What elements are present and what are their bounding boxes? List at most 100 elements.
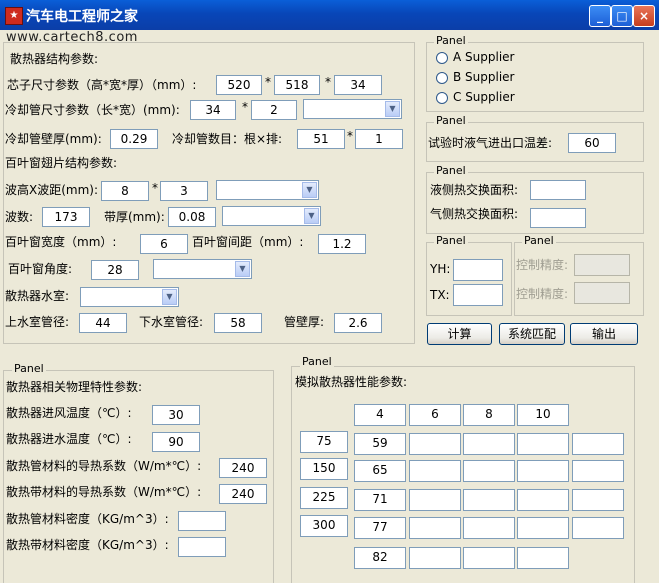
- dropdown-arrow-icon[interactable]: ▼: [162, 289, 177, 305]
- data-cell[interactable]: 77: [354, 517, 406, 539]
- dropdown-arrow-icon[interactable]: ▼: [235, 261, 250, 277]
- tube-density-field[interactable]: [178, 511, 226, 531]
- supplier-a-radio[interactable]: [436, 52, 448, 64]
- core-thickness-field[interactable]: 34: [334, 75, 382, 95]
- multiply-sign: *: [152, 181, 158, 195]
- column-header-cell[interactable]: 10: [517, 404, 569, 426]
- strip-thickness-label: 带厚(mm):: [104, 210, 165, 224]
- data-cell[interactable]: [517, 433, 569, 455]
- data-cell[interactable]: [409, 433, 461, 455]
- multiply-sign: *: [347, 129, 353, 143]
- tube-count-label: 冷却管数目：根×排:: [172, 132, 283, 146]
- row-header-cell[interactable]: 150: [300, 458, 348, 480]
- data-cell[interactable]: [409, 489, 461, 511]
- water-temp-field[interactable]: 90: [152, 432, 200, 452]
- close-button[interactable]: ×: [633, 5, 655, 27]
- data-cell[interactable]: [517, 547, 569, 569]
- row-header-cell[interactable]: 75: [300, 431, 348, 453]
- data-cell[interactable]: [409, 517, 461, 539]
- supplier-c-label[interactable]: C Supplier: [453, 87, 515, 107]
- louver-angle-field[interactable]: 28: [91, 260, 139, 280]
- data-cell[interactable]: 59: [354, 433, 406, 455]
- lower-tank-field[interactable]: 58: [214, 313, 262, 333]
- column-header-cell[interactable]: 4: [354, 404, 406, 426]
- dropdown-arrow-icon[interactable]: ▼: [304, 208, 319, 224]
- column-header-cell[interactable]: 6: [409, 404, 461, 426]
- strip-conductivity-field[interactable]: 240: [219, 484, 267, 504]
- temp-diff-field[interactable]: 60: [568, 133, 616, 153]
- data-cell[interactable]: [572, 460, 624, 482]
- data-cell[interactable]: [463, 460, 515, 482]
- liquid-area-label: 液侧热交换面积:: [430, 183, 519, 197]
- data-cell[interactable]: [572, 517, 624, 539]
- louver-width-field[interactable]: 6: [140, 234, 188, 254]
- gas-area-field[interactable]: [530, 208, 586, 228]
- supplier-c-radio[interactable]: [436, 92, 448, 104]
- strip-thickness-field[interactable]: 0.08: [168, 207, 216, 227]
- row-header-cell[interactable]: 300: [300, 515, 348, 537]
- structure-title: 散热器结构参数:: [10, 52, 99, 66]
- water-temp-label: 散热器进水温度（℃）:: [6, 432, 132, 446]
- data-cell[interactable]: [517, 517, 569, 539]
- tube-conductivity-field[interactable]: 240: [219, 458, 267, 478]
- liquid-area-field[interactable]: [530, 180, 586, 200]
- data-cell[interactable]: 65: [354, 460, 406, 482]
- pipe-wall-field[interactable]: 2.6: [334, 313, 382, 333]
- tx-field[interactable]: [453, 284, 503, 306]
- column-header-cell[interactable]: 8: [463, 404, 515, 426]
- core-height-field[interactable]: 520: [216, 75, 262, 95]
- yh-tx-panel-title: Panel: [434, 234, 468, 247]
- maximize-button[interactable]: □: [611, 5, 633, 27]
- strip-type-dropdown[interactable]: ▼: [222, 206, 321, 226]
- upper-tank-label: 上水室管径:: [5, 315, 70, 329]
- pipe-wall-label: 管壁厚:: [284, 315, 325, 329]
- dropdown-arrow-icon[interactable]: ▼: [385, 101, 400, 117]
- wave-label: 波高X波距(mm):: [5, 183, 99, 197]
- louver-gap-label: 百叶窗间距（mm）:: [192, 235, 304, 249]
- data-cell[interactable]: [517, 489, 569, 511]
- air-temp-field[interactable]: 30: [152, 405, 200, 425]
- wave-height-field[interactable]: 8: [101, 181, 149, 201]
- data-cell[interactable]: [572, 433, 624, 455]
- data-cell[interactable]: [463, 547, 515, 569]
- minimize-button[interactable]: _: [589, 5, 611, 27]
- precision-field-2: [574, 282, 630, 304]
- strip-density-field[interactable]: [178, 537, 226, 557]
- data-cell[interactable]: [463, 489, 515, 511]
- data-cell[interactable]: [517, 460, 569, 482]
- tube-type-dropdown[interactable]: ▼: [303, 99, 402, 119]
- tube-rows-field[interactable]: 1: [355, 129, 403, 149]
- data-cell[interactable]: 82: [354, 547, 406, 569]
- data-cell[interactable]: 71: [354, 489, 406, 511]
- data-cell[interactable]: [572, 489, 624, 511]
- system-match-button[interactable]: 系统匹配: [499, 323, 565, 345]
- data-cell[interactable]: [463, 433, 515, 455]
- wave-count-field[interactable]: 173: [42, 207, 90, 227]
- louver-angle-dropdown[interactable]: ▼: [153, 259, 252, 279]
- calculate-button[interactable]: 计算: [427, 323, 492, 345]
- wall-thickness-field[interactable]: 0.29: [110, 129, 158, 149]
- tube-size-label: 冷却管尺寸参数（长*宽）(mm):: [5, 103, 180, 117]
- upper-tank-field[interactable]: 44: [79, 313, 127, 333]
- louver-structure-title: 百叶窗翅片结构参数:: [5, 156, 118, 170]
- supplier-b-label[interactable]: B Supplier: [453, 67, 515, 87]
- dropdown-arrow-icon[interactable]: ▼: [302, 182, 317, 198]
- core-width-field[interactable]: 518: [274, 75, 320, 95]
- louver-gap-field[interactable]: 1.2: [318, 234, 366, 254]
- row-header-cell[interactable]: 225: [300, 487, 348, 509]
- data-cell[interactable]: [409, 547, 461, 569]
- output-button[interactable]: 输出: [570, 323, 638, 345]
- tank-dropdown[interactable]: ▼: [80, 287, 179, 307]
- tube-count-field[interactable]: 51: [297, 129, 345, 149]
- supplier-b-radio[interactable]: [436, 72, 448, 84]
- strip-conductivity-label: 散热带材料的导热系数（W/m*℃）:: [6, 485, 202, 499]
- window-title: 汽车电工程师之家: [26, 9, 138, 25]
- supplier-a-label[interactable]: A Supplier: [453, 47, 514, 67]
- wave-pitch-field[interactable]: 3: [160, 181, 208, 201]
- yh-field[interactable]: [453, 259, 503, 281]
- data-cell[interactable]: [409, 460, 461, 482]
- tube-length-field[interactable]: 34: [190, 100, 236, 120]
- wave-type-dropdown[interactable]: ▼: [216, 180, 319, 200]
- tube-width-field[interactable]: 2: [251, 100, 297, 120]
- data-cell[interactable]: [463, 517, 515, 539]
